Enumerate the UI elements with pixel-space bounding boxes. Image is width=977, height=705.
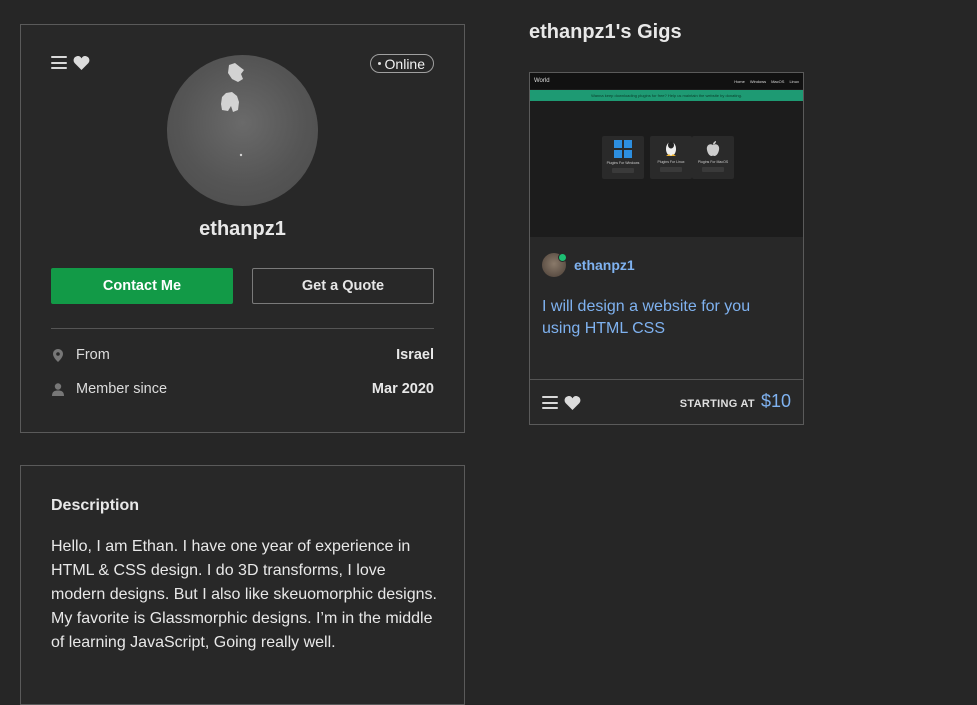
thumbnail-box-label: Plugins For MacOS [697, 160, 729, 164]
avatar[interactable] [167, 55, 318, 206]
thumbnail-windows-box: Plugins For Windows [602, 136, 644, 179]
linux-icon [666, 141, 676, 156]
contact-me-button[interactable]: Contact Me [51, 268, 233, 304]
avatar-figure-icon [221, 63, 244, 157]
divider [51, 328, 434, 329]
thumbnail-linux-box: Plugins For Linux [650, 136, 692, 179]
gigs-title: ethanpz1's Gigs [529, 21, 682, 43]
info-value: Mar 2020 [371, 381, 434, 397]
seller-avatar[interactable] [542, 253, 567, 277]
thumbnail-box-button [612, 168, 634, 173]
thumbnail-nav-link: Windows [749, 78, 767, 84]
thumbnail-macos-box: Plugins For MacOS [692, 136, 734, 179]
description-title: Description [51, 497, 140, 514]
online-dot-icon [558, 253, 567, 262]
thumbnail-box-button [702, 167, 724, 172]
info-row-member-since: Member since Mar 2020 [51, 381, 434, 397]
heart-icon[interactable] [73, 55, 90, 70]
online-status-label: Online [384, 55, 425, 72]
get-a-quote-button[interactable]: Get a Quote [252, 268, 434, 304]
starting-at-label: STARTING AT [679, 398, 755, 410]
seller-name-link[interactable]: ethanpz1 [574, 257, 635, 273]
user-icon [51, 382, 65, 396]
apple-icon [706, 141, 720, 156]
profile-card: Online ethanpz1 Contact Me Get a Quote F… [20, 24, 465, 433]
thumbnail-box-label: Plugins For Windows [606, 161, 640, 165]
description-card: Description Hello, I am Ethan. I have on… [20, 465, 465, 705]
gig-card[interactable]: World Home Windows MacOS Linux Wanna kee… [529, 72, 804, 425]
location-pin-icon [51, 348, 65, 362]
menu-icon[interactable] [542, 396, 558, 409]
gig-actions [542, 395, 581, 410]
windows-icon [614, 140, 632, 158]
gig-thumbnail[interactable]: World Home Windows MacOS Linux Wanna kee… [530, 73, 803, 237]
description-text: Hello, I am Ethan. I have one year of ex… [51, 538, 437, 651]
seller-row[interactable]: ethanpz1 [542, 253, 635, 277]
thumbnail-box-label: Plugins For Linux [657, 160, 685, 164]
info-label: From [76, 347, 110, 363]
status-dot-icon [377, 62, 381, 65]
thumbnail-banner: Wanna keep downloading plugins for free?… [530, 90, 803, 101]
thumbnail-nav-link: Linux [789, 78, 799, 84]
username: ethanpz1 [199, 218, 286, 240]
online-status-badge: Online [369, 54, 434, 73]
menu-icon[interactable] [51, 56, 67, 69]
price-block[interactable]: STARTING AT $10 [680, 391, 791, 412]
info-value: Israel [396, 347, 434, 363]
thumbnail-box-button [660, 167, 682, 172]
thumbnail-nav-link: Home [734, 78, 745, 84]
thumbnail-site-title: World [534, 78, 550, 84]
gig-title-link[interactable]: I will design a website for you using HT… [542, 296, 792, 340]
info-row-from: From Israel [51, 347, 434, 363]
info-label: Member since [76, 381, 168, 397]
thumbnail-nav-link: MacOS [771, 78, 785, 84]
profile-actions [51, 55, 90, 70]
divider [530, 379, 803, 380]
heart-icon[interactable] [564, 395, 581, 410]
thumbnail-navbar: World Home Windows MacOS Linux [530, 73, 803, 89]
price-value[interactable]: $10 [761, 391, 791, 412]
